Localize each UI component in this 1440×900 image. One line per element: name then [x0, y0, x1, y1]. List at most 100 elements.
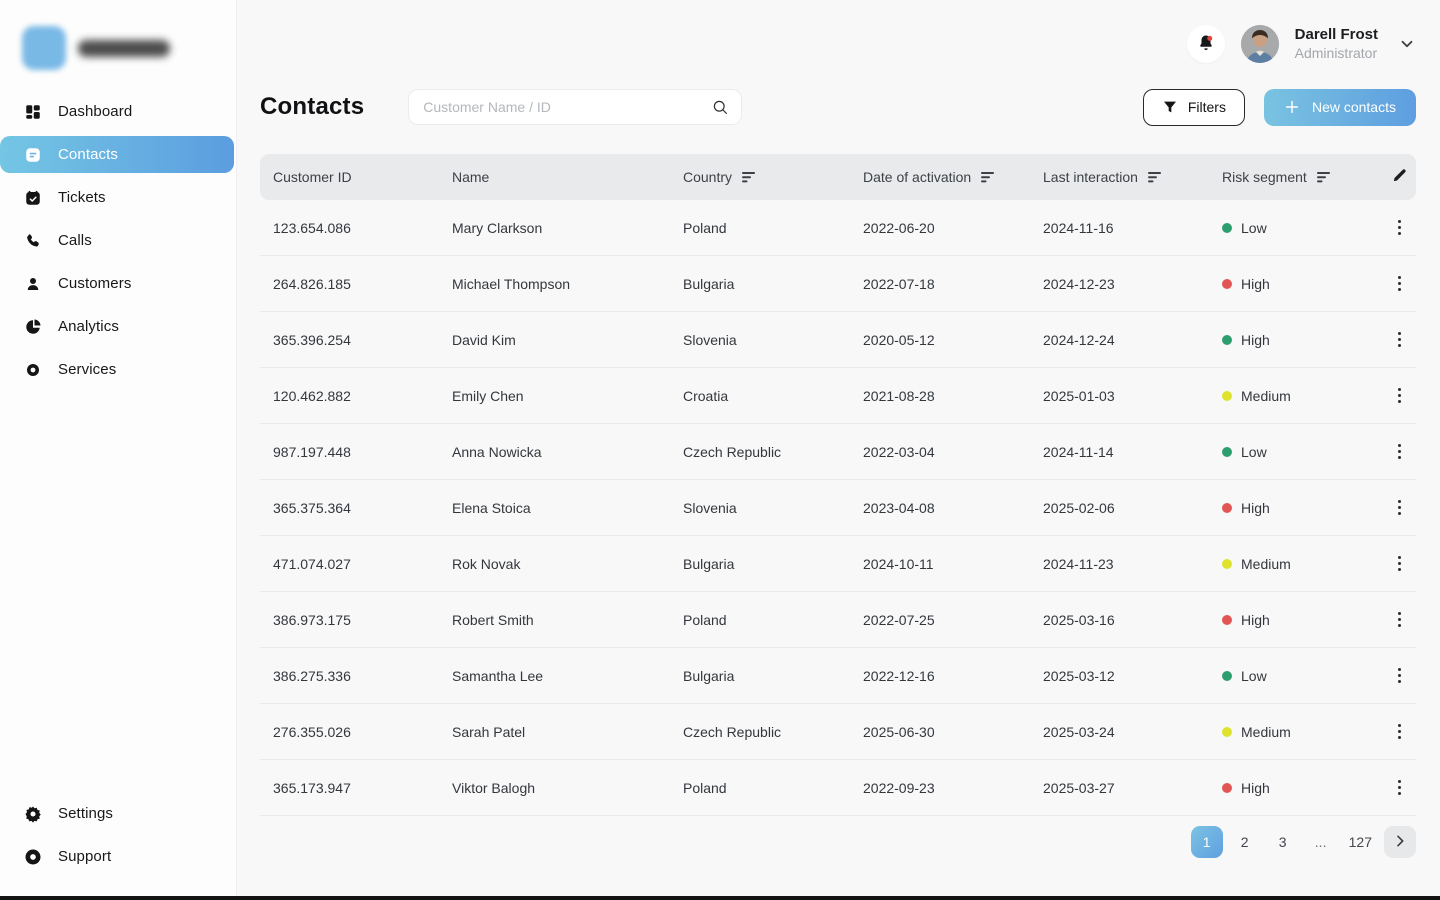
cell-name: David Kim — [452, 332, 683, 348]
cell-customer-id: 471.074.027 — [273, 556, 452, 572]
logo-wordmark — [78, 40, 170, 57]
row-menu-button[interactable] — [1392, 496, 1407, 519]
avatar[interactable] — [1241, 25, 1279, 63]
sidebar-item-contacts[interactable]: Contacts — [0, 136, 234, 173]
risk-label: High — [1241, 500, 1270, 516]
row-menu-button[interactable] — [1392, 328, 1407, 351]
pagination-page-127[interactable]: 127 — [1343, 826, 1378, 858]
risk-label: High — [1241, 276, 1270, 292]
cell-activation: 2022-12-16 — [863, 668, 1043, 684]
risk-label: Medium — [1241, 724, 1291, 740]
sidebar-item-calls[interactable]: Calls — [0, 222, 234, 259]
cell-risk-segment: High — [1222, 500, 1382, 516]
cell-actions — [1382, 440, 1416, 463]
pagination-page-1[interactable]: 1 — [1191, 826, 1223, 858]
cell-last-interaction: 2024-11-16 — [1043, 220, 1222, 236]
filter-funnel-icon — [1162, 99, 1178, 115]
chevron-down-icon[interactable] — [1398, 35, 1416, 53]
sort-icon[interactable] — [741, 170, 757, 184]
sidebar-item-services[interactable]: Services — [0, 351, 234, 388]
row-menu-button[interactable] — [1392, 440, 1407, 463]
sidebar-item-label: Dashboard — [58, 103, 132, 120]
cell-risk-segment: High — [1222, 612, 1382, 628]
cell-country: Czech Republic — [683, 444, 863, 460]
notifications-button[interactable] — [1187, 25, 1225, 63]
cell-name: Sarah Patel — [452, 724, 683, 740]
row-menu-button[interactable] — [1392, 384, 1407, 407]
new-contacts-button-label: New contacts — [1312, 99, 1396, 115]
column-header-date-of-activation[interactable]: Date of activation — [863, 169, 1043, 185]
sidebar-item-support[interactable]: Support — [0, 838, 234, 875]
logo-icon — [22, 26, 66, 70]
table-row: 276.355.026Sarah PatelCzech Republic2025… — [260, 704, 1416, 760]
cell-customer-id: 365.396.254 — [273, 332, 452, 348]
sidebar: Dashboard Contacts Tickets Calls Customers An… — [0, 0, 237, 900]
filters-button-label: Filters — [1188, 99, 1226, 115]
row-menu-button[interactable] — [1392, 272, 1407, 295]
cell-actions — [1382, 384, 1416, 407]
risk-label: Medium — [1241, 556, 1291, 572]
table-row: 987.197.448Anna NowickaCzech Republic202… — [260, 424, 1416, 480]
cell-name: Anna Nowicka — [452, 444, 683, 460]
table-row: 365.173.947Viktor BaloghPoland2022-09-23… — [260, 760, 1416, 816]
bottom-bar — [0, 896, 1440, 900]
sort-icon[interactable] — [980, 170, 996, 184]
row-menu-button[interactable] — [1392, 552, 1407, 575]
cell-actions — [1382, 552, 1416, 575]
new-contacts-button[interactable]: New contacts — [1264, 89, 1416, 126]
tickets-icon — [24, 189, 42, 207]
user-info[interactable]: Darell Frost Administrator — [1295, 26, 1378, 62]
search-input[interactable] — [423, 99, 711, 115]
cell-actions — [1382, 776, 1416, 799]
sort-icon[interactable] — [1316, 170, 1332, 184]
sidebar-item-tickets[interactable]: Tickets — [0, 179, 234, 216]
filters-button[interactable]: Filters — [1143, 89, 1245, 126]
column-label: Date of activation — [863, 169, 971, 185]
pagination-ellipsis: ... — [1305, 826, 1337, 858]
cell-customer-id: 123.654.086 — [273, 220, 452, 236]
cell-last-interaction: 2024-12-24 — [1043, 332, 1222, 348]
sidebar-item-dashboard[interactable]: Dashboard — [0, 93, 234, 130]
sidebar-item-label: Support — [58, 848, 111, 865]
column-header-country[interactable]: Country — [683, 169, 863, 185]
row-menu-button[interactable] — [1392, 776, 1407, 799]
column-header-risk-segment[interactable]: Risk segment — [1222, 169, 1382, 185]
cell-country: Poland — [683, 220, 863, 236]
cell-last-interaction: 2025-03-27 — [1043, 780, 1222, 796]
cell-last-interaction: 2025-03-16 — [1043, 612, 1222, 628]
table-row: 471.074.027Rok NovakBulgaria2024-10-1120… — [260, 536, 1416, 592]
sidebar-item-settings[interactable]: Settings — [0, 795, 234, 832]
cell-activation: 2024-10-11 — [863, 556, 1043, 572]
row-menu-button[interactable] — [1392, 664, 1407, 687]
sidebar-item-customers[interactable]: Customers — [0, 265, 234, 302]
row-menu-button[interactable] — [1392, 720, 1407, 743]
search-icon[interactable] — [711, 98, 729, 116]
cell-activation: 2022-03-04 — [863, 444, 1043, 460]
risk-dot-yellow — [1222, 391, 1232, 401]
pagination-next-button[interactable] — [1384, 826, 1416, 858]
table-row: 386.275.336Samantha LeeBulgaria2022-12-1… — [260, 648, 1416, 704]
cell-customer-id: 276.355.026 — [273, 724, 452, 740]
pagination-page-3[interactable]: 3 — [1267, 826, 1299, 858]
search-box — [408, 89, 742, 125]
sidebar-item-analytics[interactable]: Analytics — [0, 308, 234, 345]
cell-customer-id: 365.173.947 — [273, 780, 452, 796]
cell-activation: 2022-09-23 — [863, 780, 1043, 796]
edit-columns-button[interactable] — [1391, 167, 1408, 187]
row-menu-button[interactable] — [1392, 608, 1407, 631]
risk-dot-red — [1222, 279, 1232, 289]
cell-risk-segment: High — [1222, 276, 1382, 292]
cell-country: Slovenia — [683, 332, 863, 348]
column-header-last-interaction[interactable]: Last interaction — [1043, 169, 1222, 185]
risk-dot-green — [1222, 671, 1232, 681]
cell-actions — [1382, 328, 1416, 351]
pagination-page-2[interactable]: 2 — [1229, 826, 1261, 858]
row-menu-button[interactable] — [1392, 216, 1407, 239]
logo — [0, 0, 236, 76]
user-name: Darell Frost — [1295, 26, 1378, 45]
sort-icon[interactable] — [1147, 170, 1163, 184]
cell-activation: 2022-07-25 — [863, 612, 1043, 628]
sidebar-item-label: Customers — [58, 275, 131, 292]
cell-actions — [1382, 496, 1416, 519]
column-header-edit — [1382, 167, 1416, 187]
